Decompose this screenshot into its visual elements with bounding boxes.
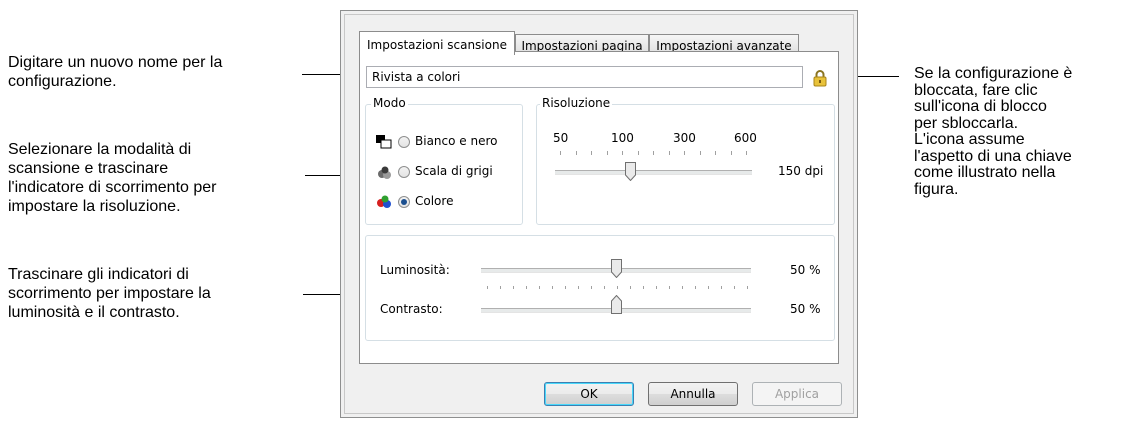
tab-scan-settings[interactable]: Impostazioni scansione bbox=[359, 31, 515, 55]
callout-brightness-line: Trascinare gli indicatori di bbox=[8, 266, 189, 283]
resolution-scale-label: 600 bbox=[734, 131, 757, 145]
adjustment-tick bbox=[526, 286, 527, 289]
adjustments-group bbox=[365, 235, 835, 341]
callout-name-line: configurazione. bbox=[8, 73, 117, 90]
resolution-tick bbox=[668, 151, 670, 155]
black-white-icon bbox=[376, 134, 392, 149]
callout-lock-line: sull'icona di blocco bbox=[914, 98, 1047, 115]
resolution-tick bbox=[575, 151, 577, 155]
configuration-name-value: Rivista a colori bbox=[372, 70, 461, 84]
callout-mode-line: l'indicatore di scorrimento per bbox=[8, 179, 217, 196]
resolution-scale-label: 100 bbox=[611, 131, 634, 145]
resolution-group-label: Risoluzione bbox=[540, 96, 613, 110]
resolution-tick bbox=[730, 151, 732, 155]
adjustment-tick bbox=[487, 286, 488, 289]
brightness-label: Luminosità: bbox=[380, 263, 450, 277]
contrast-value: 50 % bbox=[790, 302, 821, 316]
resolution-tick bbox=[637, 151, 639, 155]
radio-color-selected-dot bbox=[401, 199, 407, 205]
callout-lock-line: come illustrato nella bbox=[914, 164, 1056, 181]
resolution-tick bbox=[622, 151, 623, 155]
grayscale-icon bbox=[376, 165, 392, 179]
resolution-tick bbox=[684, 151, 685, 155]
adjustment-tick bbox=[604, 286, 605, 289]
adjustment-tick bbox=[500, 286, 501, 289]
adjustment-tick bbox=[656, 286, 657, 289]
radio-grayscale-label[interactable]: Scala di grigi bbox=[415, 164, 493, 178]
resolution-slider-track[interactable] bbox=[555, 170, 752, 175]
callout-lock-line: per sbloccarla. bbox=[914, 114, 1019, 132]
resolution-slider-thumb[interactable] bbox=[624, 162, 636, 182]
radio-color-label[interactable]: Colore bbox=[415, 194, 453, 208]
resolution-value: 150 dpi bbox=[778, 164, 824, 178]
callout-mode-line: scansione e trascinare bbox=[8, 160, 169, 177]
callout-brightness: Trascinare gli indicatori di scorrimento… bbox=[8, 265, 211, 322]
configuration-name-field[interactable]: Rivista a colori bbox=[366, 66, 803, 88]
scan-settings-dialog: Impostazioni scansione Impostazioni pagi… bbox=[340, 10, 858, 418]
radio-black-white-label[interactable]: Bianco e nero bbox=[415, 134, 497, 148]
apply-button[interactable]: Applica bbox=[752, 382, 842, 406]
resolution-tick bbox=[591, 151, 592, 155]
contrast-label: Contrasto: bbox=[380, 302, 443, 316]
ok-button[interactable]: OK bbox=[544, 382, 634, 406]
adjustment-tick bbox=[708, 286, 709, 289]
callout-lock-line: l'aspetto di una chiave bbox=[914, 147, 1072, 165]
callout-name: Digitare un nuovo nome per la configuraz… bbox=[8, 53, 222, 91]
callout-brightness-line: luminosità e il contrasto. bbox=[8, 304, 180, 321]
resolution-tick bbox=[560, 151, 561, 155]
adjustment-tick bbox=[695, 286, 696, 289]
callout-name-line: Digitare un nuovo nome per la bbox=[8, 54, 223, 71]
callout-mode-line: Selezionare la modalità di bbox=[8, 141, 192, 158]
adjustment-tick bbox=[747, 286, 748, 289]
callout-lock-line: bloccata, fare clic bbox=[914, 81, 1038, 99]
callout-brightness-line: scorrimento per impostare la bbox=[8, 285, 211, 302]
callout-lock: Se la configurazione è bloccata, fare cl… bbox=[914, 65, 1073, 198]
adjustment-tick bbox=[552, 286, 553, 289]
resolution-tick bbox=[715, 151, 716, 155]
padlock-icon[interactable] bbox=[813, 69, 827, 87]
adjustment-tick bbox=[513, 286, 514, 289]
color-icon bbox=[376, 194, 392, 208]
cancel-button[interactable]: Annulla bbox=[648, 382, 738, 406]
resolution-tick bbox=[746, 151, 747, 155]
adjustment-tick bbox=[565, 286, 566, 289]
adjustment-tick bbox=[630, 286, 631, 289]
adjustment-tick bbox=[669, 286, 670, 289]
callout-lock-line: figura. bbox=[914, 180, 959, 198]
adjustment-tick bbox=[617, 286, 618, 289]
callout-lock-line: L'icona assume bbox=[914, 131, 1025, 148]
radio-color[interactable] bbox=[398, 196, 410, 208]
adjustment-tick bbox=[682, 286, 683, 289]
adjustment-tick bbox=[721, 286, 722, 289]
contrast-slider-thumb[interactable] bbox=[611, 294, 622, 314]
radio-black-white[interactable] bbox=[398, 136, 410, 148]
brightness-value: 50 % bbox=[790, 263, 821, 277]
adjustment-tick bbox=[578, 286, 579, 289]
callout-mode-line: impostare la risoluzione. bbox=[8, 198, 181, 215]
resolution-scale-label: 50 bbox=[553, 131, 569, 145]
callout-lock-line: Se la configurazione è bbox=[914, 65, 1073, 82]
mode-group-label: Modo bbox=[371, 96, 408, 110]
adjustment-tick bbox=[643, 286, 644, 289]
callout-mode: Selezionare la modalità di scansione e t… bbox=[8, 140, 216, 216]
resolution-tick bbox=[653, 151, 654, 155]
resolution-scale-label: 300 bbox=[673, 131, 696, 145]
resolution-tick bbox=[699, 151, 701, 155]
brightness-slider-thumb[interactable] bbox=[611, 259, 622, 279]
adjustment-tick bbox=[539, 286, 540, 289]
adjustment-tick bbox=[734, 286, 735, 289]
radio-grayscale[interactable] bbox=[398, 166, 410, 178]
adjustment-tick bbox=[591, 286, 592, 289]
resolution-tick bbox=[606, 151, 608, 155]
